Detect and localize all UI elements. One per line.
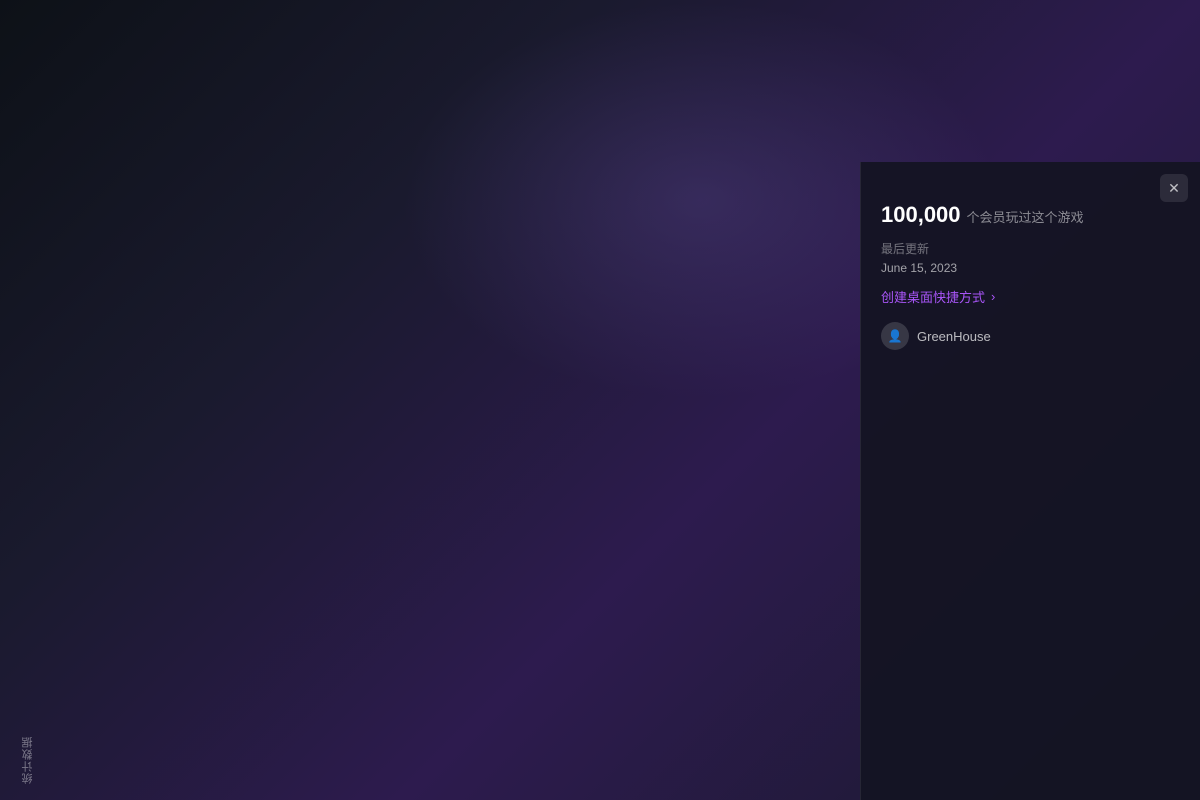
create-shortcut-label: 创建桌面快捷方式 xyxy=(881,287,985,306)
author-section: 👤 GreenHouse xyxy=(881,322,1180,350)
close-panel-button[interactable]: ✕ xyxy=(1160,174,1188,202)
author-icon: 👤 xyxy=(888,329,903,343)
last-update-label: 最后更新 xyxy=(881,240,1180,257)
stat-suffix: 个会员玩过这个游戏 xyxy=(967,207,1084,226)
author-avatar: 👤 xyxy=(881,322,909,350)
author-name: GreenHouse xyxy=(917,329,991,344)
create-shortcut-link[interactable]: 创建桌面快捷方式 › xyxy=(881,287,1180,306)
panel-stat: 100,000 个会员玩过这个游戏 xyxy=(881,202,1180,228)
stat-count: 100,000 xyxy=(881,202,961,228)
sidebar-stats-label: 统计数据 xyxy=(20,736,36,784)
chevron-right-icon: › xyxy=(991,289,995,304)
right-info-panel: ✕ 100,000 个会员玩过这个游戏 最后更新 June 15, 2023 创… xyxy=(860,162,1200,800)
last-update-date: June 15, 2023 xyxy=(881,261,1180,275)
